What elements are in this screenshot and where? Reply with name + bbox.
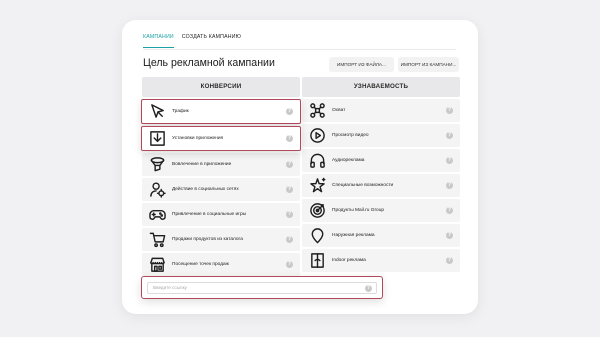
awareness-option[interactable]: Indoor реклама? — [302, 249, 460, 272]
help-icon[interactable]: ? — [286, 211, 293, 218]
awareness-option[interactable]: Аудиореклама? — [302, 149, 460, 172]
user-gear-icon — [148, 181, 166, 199]
option-label: Продукты Mail.ru Group — [332, 208, 385, 213]
awareness-option[interactable]: Охват? — [302, 99, 460, 122]
cursor-icon — [148, 103, 166, 121]
option-label: Специальные возможности — [332, 183, 394, 188]
awareness-column: Узнаваемость Охват? Просмотр видео? Аудиор… — [302, 77, 460, 274]
help-icon[interactable]: ? — [286, 261, 293, 268]
option-label: Установки приложения — [172, 136, 224, 141]
conversion-option[interactable]: Действие в социальных сетях? — [142, 178, 300, 201]
door-icon — [308, 252, 326, 270]
help-icon[interactable]: ? — [286, 186, 293, 193]
video-icon — [308, 127, 326, 145]
headphones-icon — [308, 152, 326, 170]
conversion-option[interactable]: Трафик? — [141, 99, 301, 124]
option-label: Привлечение в социальные игры — [172, 212, 247, 217]
target-icon — [308, 202, 326, 220]
option-label: Трафик — [172, 109, 189, 114]
option-label: Посещение точек продаж — [172, 262, 229, 267]
help-icon[interactable]: ? — [446, 132, 453, 139]
conversion-option[interactable]: Продажи продуктов из каталога? — [142, 228, 300, 251]
help-icon[interactable]: ? — [286, 161, 293, 168]
option-label: Вовлечение в приложение — [172, 162, 232, 167]
option-label: Indoor реклама — [332, 258, 366, 263]
help-icon[interactable]: ? — [286, 236, 293, 243]
awareness-option[interactable]: Продукты Mail.ru Group? — [302, 199, 460, 222]
conversions-column: Конверсии Трафик? Установки приложения? Во… — [141, 77, 301, 278]
help-icon[interactable]: ? — [446, 182, 453, 189]
conversion-option[interactable]: Посещение точек продаж? — [142, 253, 300, 276]
import-from-campaign-button[interactable]: Импорт из кампани... — [398, 57, 459, 72]
awareness-option[interactable]: Наружная реклама? — [302, 224, 460, 247]
download-icon — [148, 130, 166, 148]
awareness-option[interactable]: Специальные возможности? — [302, 174, 460, 197]
tabs-bar: Кампании Создать кампанию — [143, 34, 241, 48]
page-title: Цель рекламной кампании — [143, 57, 275, 69]
column-header-awareness: Узнаваемость — [302, 77, 460, 97]
awareness-option[interactable]: Просмотр видео? — [302, 124, 460, 147]
location-pin-icon — [308, 227, 326, 245]
cart-icon — [148, 231, 166, 249]
help-icon[interactable]: ? — [446, 257, 453, 264]
tab-campaigns[interactable]: Кампании — [143, 34, 174, 48]
option-label: Наружная реклама — [332, 233, 375, 238]
option-label: Просмотр видео — [332, 133, 369, 138]
help-icon[interactable]: ? — [446, 232, 453, 239]
url-input-box: Введите ссылку ? — [141, 276, 383, 299]
tabs-divider — [143, 49, 456, 50]
gamepad-icon — [148, 206, 166, 224]
option-label: Охват — [332, 108, 346, 113]
conversion-option[interactable]: Вовлечение в приложение? — [142, 153, 300, 176]
stars-icon — [308, 177, 326, 195]
help-icon[interactable]: ? — [446, 157, 453, 164]
help-icon[interactable]: ? — [286, 108, 293, 115]
conversion-option[interactable]: Установки приложения? — [141, 126, 301, 151]
column-header-conversions: Конверсии — [142, 77, 300, 97]
tab-create-campaign[interactable]: Создать кампанию — [182, 34, 241, 48]
conversion-option[interactable]: Привлечение в социальные игры? — [142, 203, 300, 226]
campaign-goal-card: Кампании Создать кампанию Цель рекламной… — [122, 20, 478, 314]
funnel-icon — [148, 156, 166, 174]
help-icon[interactable]: ? — [446, 107, 453, 114]
network-icon — [308, 102, 326, 120]
help-icon[interactable]: ? — [446, 207, 453, 214]
import-from-file-button[interactable]: Импорт из файла... — [329, 57, 394, 72]
option-label: Действие в социальных сетях — [172, 187, 239, 192]
url-input[interactable]: Введите ссылку — [147, 282, 377, 294]
option-label: Аудиореклама — [332, 158, 365, 163]
store-icon — [148, 256, 166, 274]
option-label: Продажи продуктов из каталога — [172, 237, 243, 242]
help-icon[interactable]: ? — [365, 285, 372, 292]
help-icon[interactable]: ? — [286, 135, 293, 142]
